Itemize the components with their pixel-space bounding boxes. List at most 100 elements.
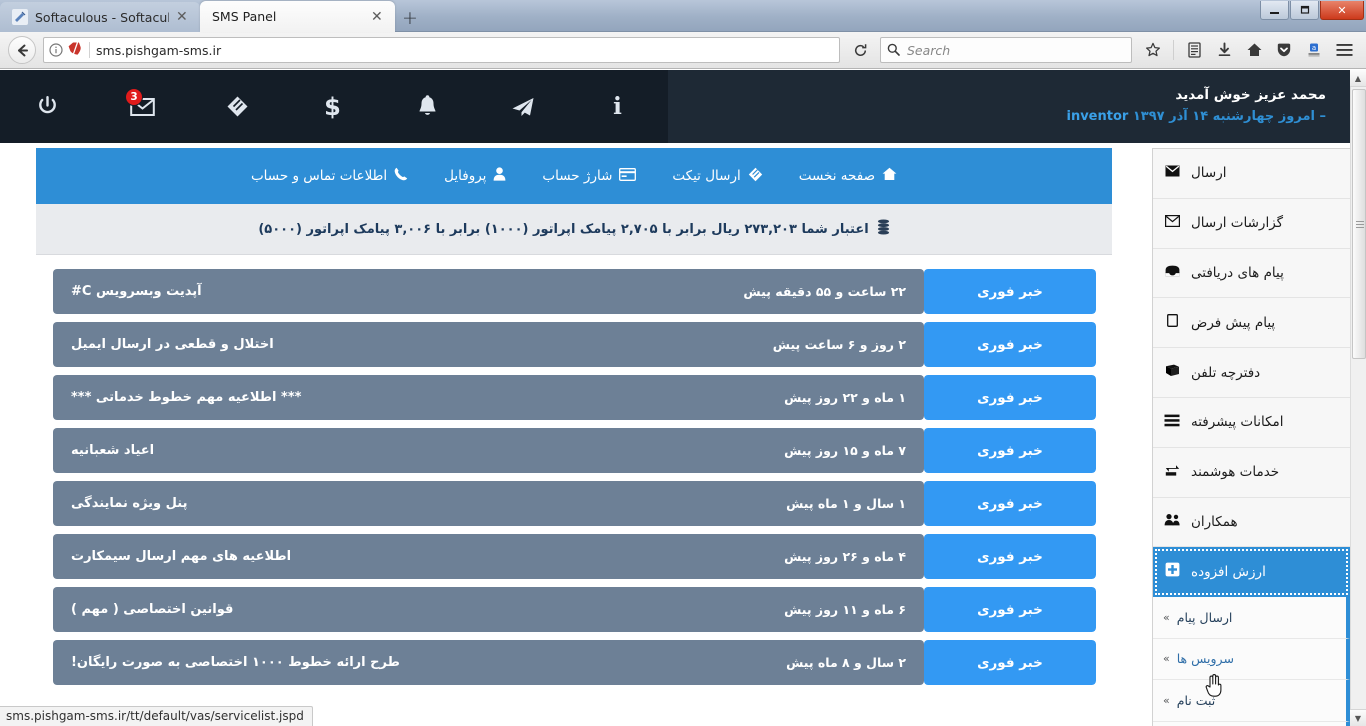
- sidebar-item-label: همکاران: [1191, 513, 1238, 530]
- exchange-icon: [1163, 464, 1181, 481]
- scroll-up-arrow-icon[interactable]: ▲: [1350, 70, 1366, 87]
- search-input[interactable]: Search: [880, 37, 1132, 63]
- sidebar-item-payam-pishfarz[interactable]: پیام پیش فرض: [1153, 298, 1350, 349]
- news-row[interactable]: خبر فوری ۲۲ ساعت و ۵۵ دقیقه پیش آپدیت وب…: [52, 269, 1096, 314]
- chevron-left-icon: »: [1163, 693, 1170, 707]
- sidebar-item-emkanat-pishrafte[interactable]: امکانات پیشرفته: [1153, 397, 1350, 448]
- back-button[interactable]: [8, 36, 36, 64]
- news-row[interactable]: خبر فوری ۴ ماه و ۲۶ روز پیش اطلاعیه های …: [52, 534, 1096, 579]
- ticket-tag-icon: [748, 167, 763, 186]
- sidebar-subitem-ersal-payam[interactable]: ارسال پیام »: [1153, 597, 1350, 639]
- reload-button[interactable]: [847, 37, 873, 63]
- news-row-body: ۲ سال و ۸ ماه پیش طرح ارائه خطوط ۱۰۰۰ اخ…: [53, 640, 924, 685]
- sidebar-item-daftarche-telefon[interactable]: دفترچه تلفن: [1153, 348, 1350, 398]
- nav-item-send-ticket[interactable]: ارسال تیکت: [654, 167, 780, 186]
- sidebar-subitem-sabtenam[interactable]: ثبت نام »: [1153, 680, 1350, 722]
- tracking-protection-icon[interactable]: [66, 39, 86, 62]
- username-label: inventor: [1066, 109, 1129, 125]
- send-paper-plane-icon[interactable]: [475, 70, 570, 143]
- minimize-button[interactable]: [1260, 1, 1289, 20]
- news-row[interactable]: خبر فوری ۲ سال و ۸ ماه پیش طرح ارائه خطو…: [52, 640, 1096, 685]
- news-row[interactable]: خبر فوری ۷ ماه و ۱۵ روز پیش اعیاد شعبانی…: [52, 428, 1096, 473]
- info-circle-icon[interactable]: [49, 43, 63, 57]
- browser-toolbar-icons: a: [1139, 37, 1358, 63]
- news-row-body: ۲ روز و ۶ ساعت پیش اختلال و قطعی در ارسا…: [53, 322, 924, 367]
- close-icon[interactable]: ✕: [371, 10, 385, 24]
- browser-tab-sms-panel[interactable]: SMS Panel ✕: [200, 1, 395, 32]
- sidebar-subitem-label: ارسال پیام: [1176, 609, 1233, 625]
- sidebar-item-label: ارسال: [1191, 165, 1227, 182]
- nav-item-charge-account[interactable]: شارژ حساب: [524, 167, 654, 185]
- news-tag-badge: خبر فوری: [924, 269, 1096, 314]
- bell-icon[interactable]: [380, 70, 475, 143]
- home-icon: [882, 167, 897, 185]
- news-tag-badge: خبر فوری: [924, 375, 1096, 420]
- browser-tab-softaculous[interactable]: Softaculous - Softaculous - P ✕: [0, 2, 200, 32]
- news-timestamp: ۱ ماه و ۲۲ روز پیش: [784, 390, 906, 405]
- news-timestamp: ۱ سال و ۱ ماه پیش: [786, 496, 906, 511]
- news-tag-badge: خبر فوری: [924, 640, 1096, 685]
- sidebar-item-khadamat-hooshmand[interactable]: خدمات هوشمند: [1153, 447, 1350, 498]
- library-icon[interactable]: [1180, 37, 1208, 63]
- url-text: sms.pishgam-sms.ir: [96, 42, 222, 58]
- news-row[interactable]: خبر فوری ۱ ماه و ۲۲ روز پیش *** اطلاعیه …: [52, 375, 1096, 420]
- news-timestamp: ۲ روز و ۶ ساعت پیش: [772, 337, 906, 352]
- news-row[interactable]: خبر فوری ۲ روز و ۶ ساعت پیش اختلال و قطع…: [52, 322, 1096, 367]
- bookmark-star-icon[interactable]: [1139, 37, 1167, 63]
- chevron-left-icon: »: [1163, 610, 1170, 624]
- nav-item-contact-account-info[interactable]: اطلاعات تماس و حساب: [233, 167, 426, 185]
- sidebar-item-gozareshat-ersal[interactable]: گزارشات ارسال: [1153, 198, 1350, 249]
- news-row[interactable]: خبر فوری ۱ سال و ۱ ماه پیش پنل ویژه نمای…: [52, 481, 1096, 526]
- sidebar-subitem-servis-ha[interactable]: سرویس ها »: [1153, 638, 1350, 681]
- database-icon: [877, 219, 890, 239]
- maximize-restore-button[interactable]: [1290, 1, 1319, 20]
- news-title: اطلاعیه های مهم ارسال سیمکارت: [71, 549, 292, 564]
- news-row-body: ۱ سال و ۱ ماه پیش پنل ویژه نمایندگی: [53, 481, 924, 526]
- close-window-button[interactable]: ✕: [1320, 1, 1364, 20]
- downloads-icon[interactable]: [1210, 37, 1238, 63]
- news-title: اختلال و قطعی در ارسال ایمیل: [71, 337, 274, 352]
- tab-strip: Softaculous - Softaculous - P ✕ SMS Pane…: [0, 0, 425, 32]
- user-icon: [493, 167, 506, 185]
- scrollbar-thumb[interactable]: [1352, 89, 1366, 359]
- browser-titlebar: Softaculous - Softaculous - P ✕ SMS Pane…: [0, 0, 1366, 32]
- pocket-icon[interactable]: [1270, 37, 1298, 63]
- mail-envelope-icon[interactable]: 3: [95, 70, 190, 143]
- news-title: قوانین اختصاصی ( مهم ): [71, 602, 234, 617]
- hamburger-menu-icon[interactable]: [1330, 37, 1358, 63]
- mail-unread-badge: 3: [125, 88, 143, 106]
- nav-item-home[interactable]: صفحه نخست: [781, 167, 915, 185]
- nav-item-label: شارژ حساب: [542, 168, 613, 184]
- url-bar[interactable]: sms.pishgam-sms.ir: [43, 37, 840, 63]
- scroll-down-arrow-icon[interactable]: ▼: [1350, 709, 1366, 726]
- page-scrollbar[interactable]: ▲ ▼: [1350, 70, 1366, 726]
- home-icon[interactable]: [1240, 37, 1268, 63]
- nav-item-label: ارسال تیکت: [672, 168, 741, 184]
- sidebar-item-payam-haye-daryafti[interactable]: پیام های دریافتی: [1153, 248, 1350, 299]
- toolbar-divider: [1173, 40, 1174, 60]
- dollar-icon[interactable]: $: [285, 70, 380, 143]
- nav-item-label: اطلاعات تماس و حساب: [250, 168, 388, 184]
- sidebar-subitem-upload-file[interactable]: آپلود فایل »: [1153, 721, 1350, 726]
- nav-item-profile[interactable]: پروفایل: [426, 167, 524, 185]
- account-icon[interactable]: a: [1300, 37, 1328, 63]
- credit-info-bar: اعتبار شما ۲۷۳,۲۰۳ ریال برابر با ۲,۷۰۵ پ…: [36, 204, 1112, 255]
- sidebar-item-label: پیام پیش فرض: [1191, 314, 1276, 331]
- browser-status-bar: sms.pishgam-sms.ir/tt/default/vas/servic…: [0, 706, 313, 726]
- news-row[interactable]: خبر فوری ۶ ماه و ۱۱ روز پیش قوانین اختصا…: [52, 587, 1096, 632]
- browser-navigation-bar: sms.pishgam-sms.ir Search a: [0, 32, 1366, 69]
- news-title: طرح ارائه خطوط ۱۰۰۰ اختصاصی به صورت رایگ…: [71, 655, 400, 670]
- power-icon[interactable]: [0, 70, 95, 143]
- chevron-left-icon: »: [1163, 652, 1170, 666]
- sidebar-item-ersal[interactable]: ارسال: [1153, 149, 1350, 199]
- credit-info-text: اعتبار شما ۲۷۳,۲۰۳ ریال برابر با ۲,۷۰۵ پ…: [258, 221, 869, 237]
- info-icon[interactable]: i: [570, 70, 665, 143]
- sidebar-item-hamkaran[interactable]: همکاران: [1153, 497, 1350, 548]
- sidebar-item-arzesh-afzoode[interactable]: ارزش افزوده: [1153, 547, 1350, 598]
- news-tag-badge: خبر فوری: [924, 428, 1096, 473]
- sidebar-item-label: دفترچه تلفن: [1191, 364, 1261, 381]
- ticket-tag-icon[interactable]: [190, 70, 285, 143]
- close-icon[interactable]: ✕: [176, 10, 190, 24]
- new-tab-button[interactable]: +: [395, 4, 425, 32]
- news-timestamp: ۴ ماه و ۲۶ روز پیش: [784, 549, 906, 564]
